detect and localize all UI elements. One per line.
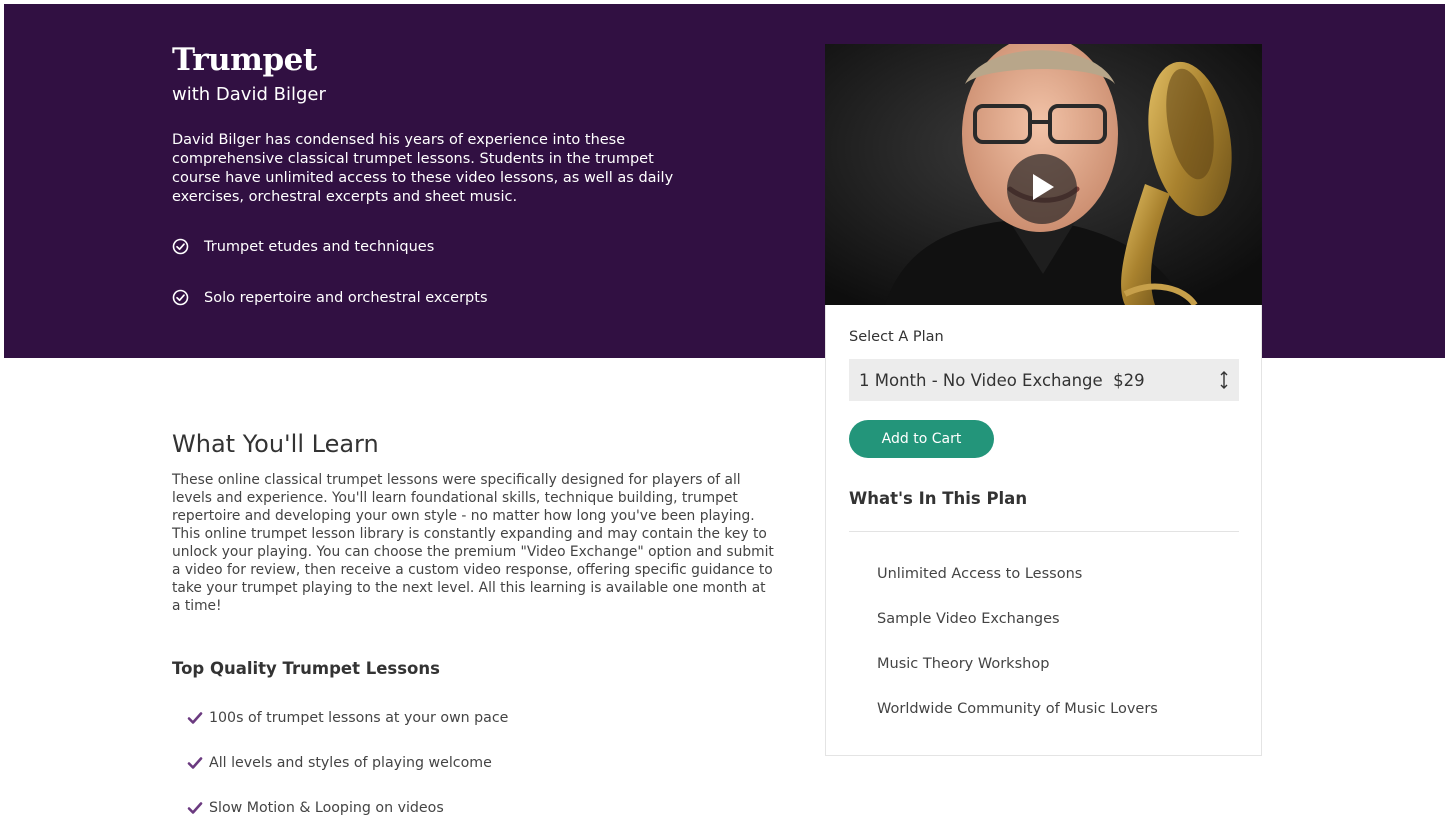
learn-list-item: 100s of trumpet lessons at your own pace — [187, 710, 508, 726]
checkmark-icon — [187, 756, 203, 770]
sort-arrows-icon — [1219, 370, 1229, 394]
plan-select[interactable]: 1 Month - No Video Exchange $29 — [849, 359, 1239, 401]
check-circle-icon — [172, 289, 189, 306]
checkmark-icon — [187, 711, 203, 725]
hero-feature-label: Trumpet etudes and techniques — [204, 238, 435, 255]
learn-item-label: 100s of trumpet lessons at your own pace — [209, 710, 509, 726]
plan-item: Music Theory Workshop — [877, 656, 1050, 672]
divider — [849, 531, 1239, 532]
what-youll-learn-text: These online classical trumpet lessons w… — [172, 472, 774, 614]
hero-feature-item: Solo repertoire and orchestral excerpts — [172, 289, 488, 306]
plan-select-value: 1 Month - No Video Exchange $29 — [859, 370, 1145, 390]
learn-item-label: Slow Motion & Looping on videos — [209, 800, 444, 816]
play-button[interactable] — [1007, 154, 1077, 224]
check-circle-icon — [172, 238, 189, 255]
plan-contents-heading: What's In This Plan — [849, 489, 1028, 508]
plan-item: Sample Video Exchanges — [877, 611, 1060, 627]
video-player[interactable] — [825, 44, 1262, 305]
learn-item-label: All levels and styles of playing welcome — [209, 755, 492, 771]
plan-item: Worldwide Community of Music Lovers — [877, 701, 1158, 717]
hero-feature-label: Solo repertoire and orchestral excerpts — [204, 289, 488, 306]
learn-list-item: All levels and styles of playing welcome — [187, 755, 492, 771]
plan-item: Unlimited Access to Lessons — [877, 566, 1083, 582]
instructor-subtitle: with David Bilger — [172, 84, 326, 105]
what-youll-learn-heading: What You'll Learn — [172, 430, 379, 458]
hero-feature-item: Trumpet etudes and techniques — [172, 238, 434, 255]
play-icon — [1027, 171, 1057, 207]
course-title: Trumpet — [172, 42, 317, 78]
add-to-cart-button[interactable]: Add to Cart — [849, 420, 994, 458]
plan-panel: Select A Plan 1 Month - No Video Exchang… — [825, 305, 1262, 756]
learn-list-item: Slow Motion & Looping on videos — [187, 800, 444, 816]
checkmark-icon — [187, 801, 203, 815]
top-quality-heading: Top Quality Trumpet Lessons — [172, 659, 440, 678]
course-description: David Bilger has condensed his years of … — [172, 132, 674, 205]
select-plan-label: Select A Plan — [849, 329, 944, 345]
